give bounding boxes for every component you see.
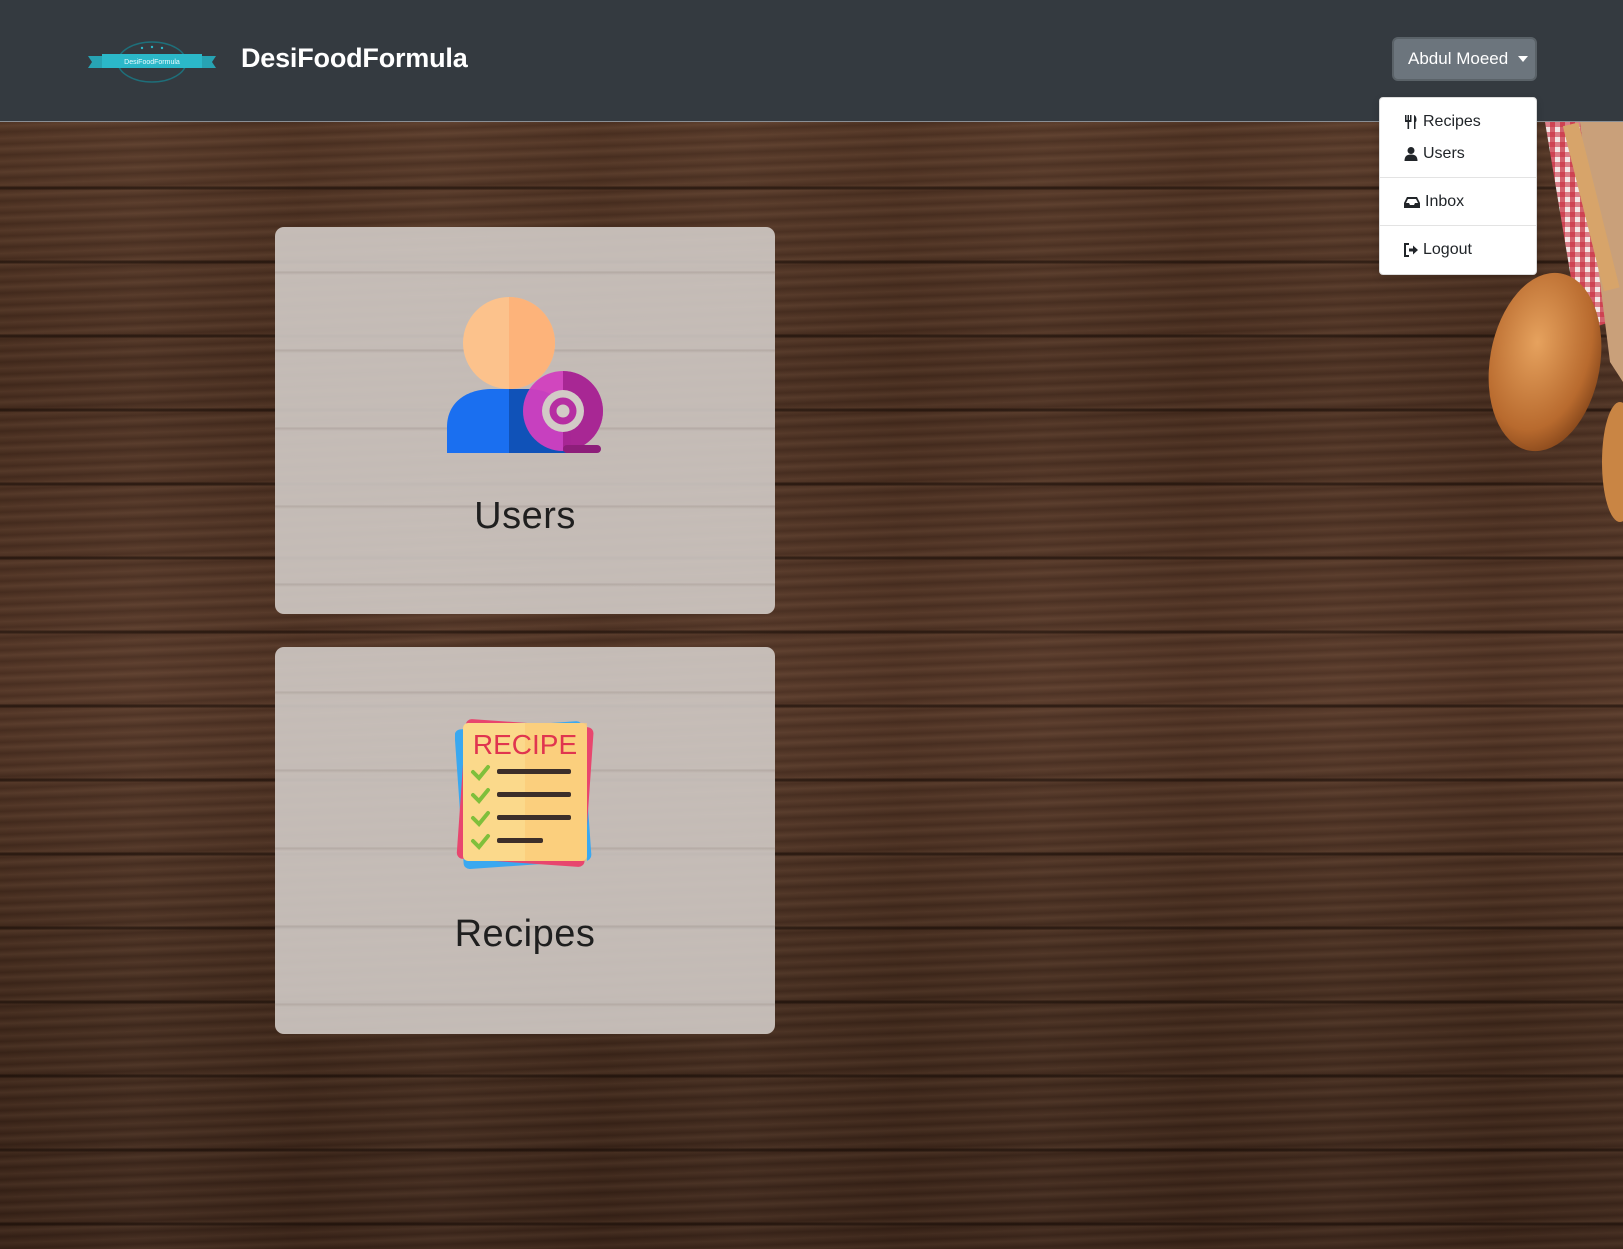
menu-item-label: Users — [1423, 145, 1465, 162]
brand-logo[interactable]: DesiFoodFormula — [88, 40, 216, 84]
recipe-list-icon: RECIPE — [455, 719, 594, 870]
inbox-icon — [1404, 197, 1420, 208]
svg-text:RECIPE: RECIPE — [473, 729, 577, 760]
caret-down-icon — [1518, 56, 1529, 62]
card-title: Recipes — [454, 913, 596, 955]
svg-text:DesiFoodFormula: DesiFoodFormula — [124, 59, 180, 66]
user-menu-button[interactable]: Abdul Moeed — [1392, 37, 1537, 81]
recipes-card[interactable]: RECIPE Recipes — [275, 647, 775, 1034]
logout-icon — [1404, 243, 1418, 257]
user-email-icon — [447, 297, 603, 453]
brand-name[interactable]: DesiFoodFormula — [241, 40, 468, 76]
user-menu-label: Abdul Moeed — [1408, 49, 1509, 68]
card-title: Users — [474, 495, 576, 537]
menu-item-label: Inbox — [1425, 193, 1465, 210]
user-icon — [1404, 147, 1418, 161]
wooden-spoons-decoration — [1488, 122, 1623, 522]
users-card[interactable]: Users — [275, 227, 775, 614]
menu-item-label: Logout — [1423, 241, 1472, 258]
utensils-icon — [1405, 115, 1417, 129]
